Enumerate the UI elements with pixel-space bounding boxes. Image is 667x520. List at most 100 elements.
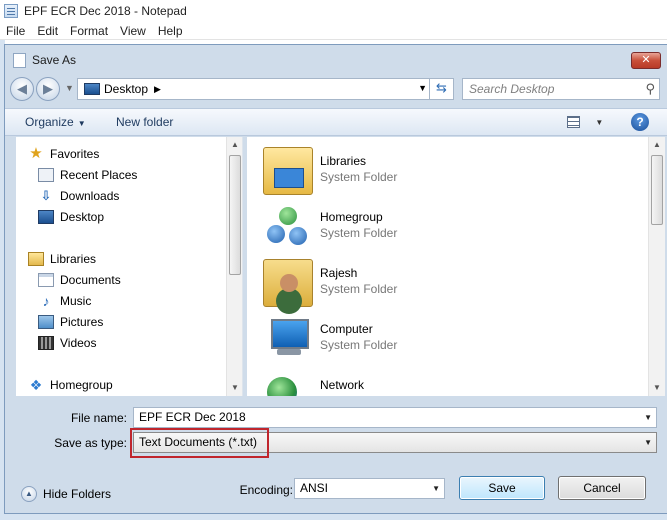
nav-videos-label: Videos: [60, 336, 97, 350]
file-item-homegroup[interactable]: Homegroup System Folder: [263, 203, 397, 251]
desktop-icon: [84, 83, 100, 95]
notepad-menu-bar: File Edit Format View Help: [0, 22, 667, 40]
file-item-libraries[interactable]: Libraries System Folder: [263, 147, 397, 195]
notepad-title-bar: EPF ECR Dec 2018 - Notepad: [0, 0, 667, 22]
nav-documents[interactable]: Documents: [38, 271, 121, 289]
save-button[interactable]: Save: [459, 476, 545, 500]
nav-videos[interactable]: Videos: [38, 334, 96, 352]
recent-places-icon: [38, 168, 54, 182]
documents-icon: [38, 273, 54, 287]
user-folder-icon: [263, 259, 313, 307]
scroll-up-icon[interactable]: ▲: [227, 137, 242, 153]
star-icon: ★: [29, 145, 43, 162]
nav-libraries[interactable]: Libraries: [28, 250, 96, 268]
videos-icon: [38, 336, 54, 350]
nav-pane-scrollbar[interactable]: ▲ ▼: [226, 137, 242, 396]
libraries-icon: [28, 252, 44, 266]
file-name-field[interactable]: EPF ECR Dec 2018 ▼: [133, 407, 657, 428]
organize-button[interactable]: Organize ▼: [25, 115, 86, 129]
recent-locations-dropdown[interactable]: ▼: [65, 83, 74, 93]
save-as-type-label: Save as type:: [54, 436, 127, 450]
nav-pictures-label: Pictures: [60, 315, 104, 329]
dialog-icon: [13, 52, 26, 68]
file-name-label: File name:: [70, 411, 127, 425]
chevron-down-icon[interactable]: ▼: [432, 479, 440, 498]
nav-downloads-label: Downloads: [60, 189, 120, 203]
menu-help[interactable]: Help: [152, 24, 189, 38]
nav-desktop-label: Desktop: [60, 210, 105, 224]
address-dropdown-icon[interactable]: ▼: [418, 83, 427, 93]
save-as-dialog: Save As ✕ ◀ ▶ ▼ Desktop ▶ ▼ ⇆ ⚲ Organize…: [4, 44, 667, 514]
pictures-icon: [38, 315, 54, 329]
chevron-down-icon[interactable]: ▼: [644, 433, 652, 452]
music-icon: ♪: [42, 293, 50, 309]
computer-icon: [263, 315, 313, 363]
address-row: ◀ ▶ ▼ Desktop ▶ ▼ ⇆ ⚲: [5, 75, 667, 105]
hide-folders-label: Hide Folders: [43, 487, 112, 501]
back-button[interactable]: ◀: [10, 77, 34, 101]
menu-file[interactable]: File: [0, 24, 31, 38]
highlight-box: [130, 428, 269, 458]
file-item-computer[interactable]: Computer System Folder: [263, 315, 397, 363]
breadcrumb-arrow-icon[interactable]: ▶: [154, 84, 161, 95]
nav-libraries-label: Libraries: [50, 252, 97, 266]
refresh-icon: ⇆: [436, 80, 447, 95]
address-location[interactable]: Desktop: [104, 82, 148, 96]
forward-arrow-icon: ▶: [43, 81, 53, 96]
homegroup-icon: [263, 203, 313, 251]
chevron-down-icon[interactable]: ▼: [644, 408, 652, 427]
file-item-rajesh[interactable]: Rajesh System Folder: [263, 259, 397, 307]
file-type: System Folder: [320, 170, 398, 184]
chevron-up-icon: ▲: [21, 486, 37, 502]
nav-recent-places-label: Recent Places: [60, 168, 138, 182]
nav-pictures[interactable]: Pictures: [38, 313, 103, 331]
notepad-icon: [4, 4, 18, 18]
change-view-button[interactable]: ▼: [567, 114, 607, 130]
scroll-down-icon[interactable]: ▼: [649, 380, 665, 396]
menu-edit[interactable]: Edit: [31, 24, 64, 38]
forward-button[interactable]: ▶: [36, 77, 60, 101]
help-button[interactable]: ?: [631, 113, 649, 131]
nav-music[interactable]: ♪ Music: [38, 292, 92, 310]
menu-format[interactable]: Format: [64, 24, 114, 38]
file-type: System Folder: [320, 282, 398, 296]
view-options-icon: [567, 115, 580, 128]
nav-music-label: Music: [60, 294, 92, 308]
search-icon[interactable]: ⚲: [645, 81, 655, 97]
scroll-thumb[interactable]: [651, 155, 663, 225]
scroll-up-icon[interactable]: ▲: [649, 137, 665, 153]
scroll-down-icon[interactable]: ▼: [227, 380, 242, 396]
organize-label: Organize: [25, 115, 74, 129]
search-box[interactable]: ⚲: [462, 78, 660, 100]
chevron-down-icon: ▼: [77, 119, 86, 128]
close-button[interactable]: ✕: [631, 52, 661, 69]
file-type: System Folder: [320, 226, 398, 240]
homegroup-icon: ❖: [29, 377, 43, 393]
nav-favorites[interactable]: ★ Favorites: [28, 145, 99, 163]
nav-homegroup[interactable]: ❖ Homegroup: [28, 376, 113, 394]
encoding-select[interactable]: ANSI ▼: [294, 478, 445, 499]
file-name: Computer: [320, 322, 373, 336]
file-name-value[interactable]: EPF ECR Dec 2018: [139, 410, 246, 424]
new-folder-button[interactable]: New folder: [116, 115, 173, 129]
nav-downloads[interactable]: ⇩ Downloads: [38, 187, 120, 205]
nav-desktop[interactable]: Desktop: [38, 208, 104, 226]
notepad-frame-bottom: [0, 514, 667, 520]
file-name: Rajesh: [320, 266, 358, 280]
chevron-down-icon[interactable]: ▼: [595, 118, 603, 127]
file-list-scrollbar[interactable]: ▲ ▼: [648, 137, 665, 396]
cancel-button[interactable]: Cancel: [558, 476, 646, 500]
address-bar[interactable]: Desktop ▶ ▼ ⇆: [77, 78, 454, 100]
encoding-value[interactable]: ANSI: [300, 481, 328, 495]
file-item-network[interactable]: Network: [263, 371, 364, 396]
search-input[interactable]: [463, 79, 633, 99]
menu-view[interactable]: View: [114, 24, 152, 38]
refresh-button[interactable]: ⇆: [429, 78, 453, 100]
file-list: Libraries System Folder Homegroup System…: [247, 137, 665, 396]
toolbar: Organize ▼ New folder ▼ ?: [5, 108, 667, 136]
nav-recent-places[interactable]: Recent Places: [38, 166, 137, 184]
notepad-title: EPF ECR Dec 2018 - Notepad: [24, 4, 187, 18]
scroll-thumb[interactable]: [229, 155, 241, 275]
hide-folders-button[interactable]: ▲ Hide Folders: [21, 486, 111, 502]
nav-homegroup-label: Homegroup: [50, 378, 113, 392]
